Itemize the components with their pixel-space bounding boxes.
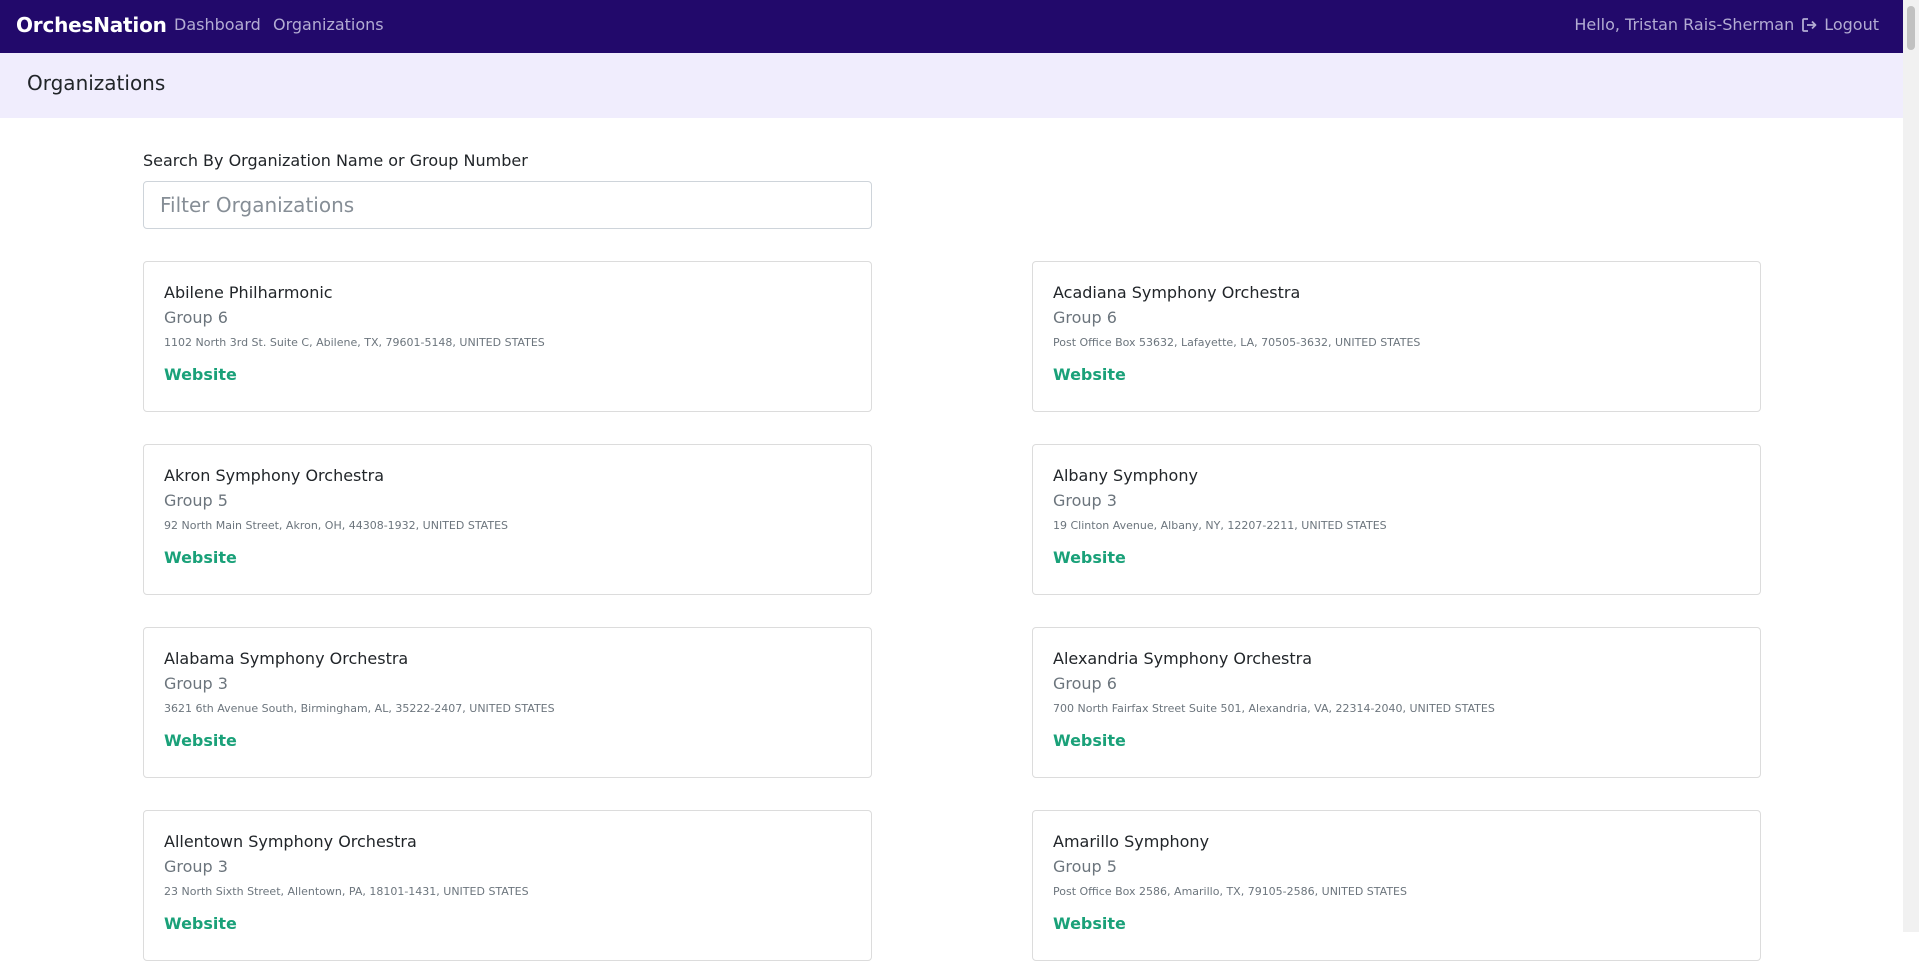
organization-card: Akron Symphony Orchestra Group 5 92 Nort… bbox=[143, 444, 872, 595]
organization-card: Alexandria Symphony Orchestra Group 6 70… bbox=[1032, 627, 1761, 778]
website-link[interactable]: Website bbox=[1053, 914, 1126, 933]
organization-group: Group 5 bbox=[164, 491, 228, 510]
organization-card: Allentown Symphony Orchestra Group 3 23 … bbox=[143, 810, 872, 961]
organization-group: Group 6 bbox=[1053, 674, 1117, 693]
organization-name: Acadiana Symphony Orchestra bbox=[1053, 283, 1301, 302]
organization-name: Alexandria Symphony Orchestra bbox=[1053, 649, 1313, 668]
website-link[interactable]: Website bbox=[1053, 365, 1126, 384]
organization-card: Amarillo Symphony Group 5 Post Office Bo… bbox=[1032, 810, 1761, 961]
top-navbar: OrchesNation Dashboard Organizations Hel… bbox=[0, 0, 1903, 53]
organization-group: Group 3 bbox=[1053, 491, 1117, 510]
organization-group: Group 6 bbox=[1053, 308, 1117, 327]
organization-address: Post Office Box 2586, Amarillo, TX, 7910… bbox=[1053, 885, 1407, 898]
website-link[interactable]: Website bbox=[164, 548, 237, 567]
organization-address: 92 North Main Street, Akron, OH, 44308-1… bbox=[164, 519, 509, 532]
organization-group: Group 6 bbox=[164, 308, 228, 327]
organization-address: 3621 6th Avenue South, Birmingham, AL, 3… bbox=[164, 702, 555, 715]
page-title: Organizations bbox=[27, 71, 166, 95]
brand-logo[interactable]: OrchesNation bbox=[16, 13, 167, 37]
organization-name: Albany Symphony bbox=[1053, 466, 1198, 485]
website-link[interactable]: Website bbox=[164, 731, 237, 750]
website-link[interactable]: Website bbox=[164, 914, 237, 933]
logout-label: Logout bbox=[1824, 15, 1879, 34]
organization-name: Abilene Philharmonic bbox=[164, 283, 333, 302]
website-link[interactable]: Website bbox=[1053, 548, 1126, 567]
organization-grid: Abilene Philharmonic Group 6 1102 North … bbox=[143, 261, 1761, 961]
organization-card: Acadiana Symphony Orchestra Group 6 Post… bbox=[1032, 261, 1761, 412]
website-link[interactable]: Website bbox=[1053, 731, 1126, 750]
nav-link-dashboard[interactable]: Dashboard bbox=[174, 15, 261, 34]
scrollbar-thumb[interactable] bbox=[1907, 6, 1915, 50]
logout-button[interactable]: Logout bbox=[1802, 15, 1879, 34]
organization-group: Group 3 bbox=[164, 857, 228, 876]
organization-group: Group 5 bbox=[1053, 857, 1117, 876]
organization-card: Abilene Philharmonic Group 6 1102 North … bbox=[143, 261, 872, 412]
nav-link-organizations[interactable]: Organizations bbox=[273, 15, 384, 34]
organization-address: 19 Clinton Avenue, Albany, NY, 12207-221… bbox=[1053, 519, 1387, 532]
organization-name: Amarillo Symphony bbox=[1053, 832, 1210, 851]
organization-address: 23 North Sixth Street, Allentown, PA, 18… bbox=[164, 885, 529, 898]
sign-out-icon bbox=[1802, 17, 1818, 32]
search-label: Search By Organization Name or Group Num… bbox=[143, 151, 528, 170]
organization-name: Akron Symphony Orchestra bbox=[164, 466, 385, 485]
organization-name: Allentown Symphony Orchestra bbox=[164, 832, 417, 851]
organization-card: Albany Symphony Group 3 19 Clinton Avenu… bbox=[1032, 444, 1761, 595]
organization-address: Post Office Box 53632, Lafayette, LA, 70… bbox=[1053, 336, 1421, 349]
search-input[interactable] bbox=[143, 181, 872, 229]
website-link[interactable]: Website bbox=[164, 365, 237, 384]
organization-group: Group 3 bbox=[164, 674, 228, 693]
vertical-scrollbar[interactable] bbox=[1903, 0, 1919, 932]
page-header: Organizations bbox=[0, 53, 1903, 118]
organization-name: Alabama Symphony Orchestra bbox=[164, 649, 409, 668]
organization-address: 700 North Fairfax Street Suite 501, Alex… bbox=[1053, 702, 1495, 715]
user-menu: Hello, Tristan Rais-Sherman Logout bbox=[1574, 15, 1879, 34]
organization-address: 1102 North 3rd St. Suite C, Abilene, TX,… bbox=[164, 336, 545, 349]
organization-card: Alabama Symphony Orchestra Group 3 3621 … bbox=[143, 627, 872, 778]
user-greeting: Hello, Tristan Rais-Sherman bbox=[1574, 15, 1795, 34]
